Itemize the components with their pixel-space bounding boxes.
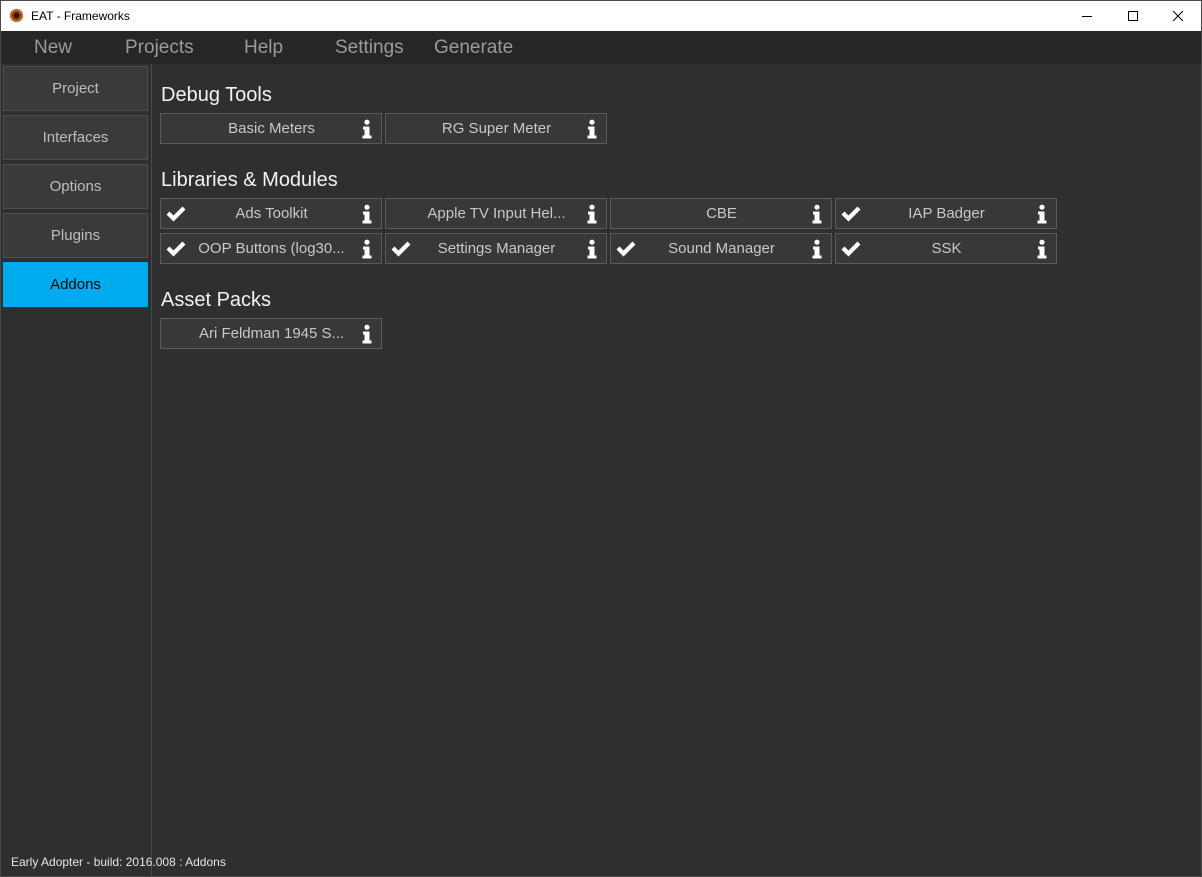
window-title: EAT - Frameworks: [31, 9, 130, 23]
sidebar-item-plugins[interactable]: Plugins: [3, 213, 148, 258]
info-icon[interactable]: [585, 239, 599, 259]
sidebar-item-addons[interactable]: Addons: [3, 262, 148, 307]
addon-toggle-basic-meters[interactable]: Basic Meters: [160, 113, 382, 144]
sidebar-item-project[interactable]: Project: [3, 66, 148, 111]
addon-label: Sound Manager: [668, 240, 775, 257]
menu-generate[interactable]: Generate: [434, 36, 513, 60]
check-icon: [166, 241, 186, 257]
addon-label: RG Super Meter: [441, 120, 552, 137]
check-icon: [841, 241, 861, 257]
maximize-icon: [1128, 11, 1138, 21]
info-icon[interactable]: [360, 119, 374, 139]
info-icon[interactable]: [1035, 239, 1049, 259]
status-text: Early Adopter - build: 2016.008 : Addons: [11, 855, 226, 869]
info-icon[interactable]: [360, 239, 374, 259]
check-icon: [841, 206, 861, 222]
menu-new[interactable]: New: [34, 36, 72, 60]
addon-label: Ari Feldman 1945 S...: [198, 325, 345, 342]
minimize-button[interactable]: [1064, 1, 1110, 31]
info-icon[interactable]: [810, 204, 824, 224]
info-icon[interactable]: [360, 204, 374, 224]
section-title-asset-packs: Asset Packs: [161, 289, 272, 311]
addon-toggle-ads-toolkit[interactable]: Ads Toolkit: [160, 198, 382, 229]
sidebar: Project Interfaces Options Plugins Addon…: [1, 64, 226, 876]
menu-projects[interactable]: Projects: [125, 36, 194, 60]
addon-toggle-sound-manager[interactable]: Sound Manager: [610, 233, 832, 264]
sidebar-item-interfaces[interactable]: Interfaces: [3, 115, 148, 160]
addon-label: Apple TV Input Hel...: [427, 205, 566, 222]
close-button[interactable]: [1155, 1, 1201, 31]
sidebar-item-options[interactable]: Options: [3, 164, 148, 209]
info-icon[interactable]: [360, 324, 374, 344]
addon-label: Ads Toolkit: [235, 205, 308, 222]
addon-toggle-oop-buttons[interactable]: OOP Buttons (log30...: [160, 233, 382, 264]
addon-label: CBE: [706, 205, 737, 222]
addon-toggle-ari-feldman-1945[interactable]: Ari Feldman 1945 S...: [160, 318, 382, 349]
addon-toggle-iap-badger[interactable]: IAP Badger: [835, 198, 1057, 229]
section-title-libraries: Libraries & Modules: [161, 169, 338, 191]
addon-label: Basic Meters: [228, 120, 315, 137]
menu-help[interactable]: Help: [244, 36, 283, 60]
addon-toggle-cbe[interactable]: CBE: [610, 198, 832, 229]
app-window: EAT - Frameworks New Projects Help Setti…: [0, 0, 1202, 877]
addon-label: IAP Badger: [908, 205, 985, 222]
addon-toggle-ssk[interactable]: SSK: [835, 233, 1057, 264]
menu-bar: New Projects Help Settings Generate: [1, 31, 1201, 64]
section-title-debug-tools: Debug Tools: [161, 84, 272, 106]
info-icon[interactable]: [585, 119, 599, 139]
close-icon: [1172, 10, 1184, 22]
addon-label: SSK: [931, 240, 962, 257]
info-icon[interactable]: [810, 239, 824, 259]
addon-toggle-apple-tv-input-helper[interactable]: Apple TV Input Hel...: [385, 198, 607, 229]
check-icon: [166, 206, 186, 222]
title-bar: EAT - Frameworks: [1, 1, 1201, 31]
minimize-icon: [1082, 16, 1092, 17]
menu-settings[interactable]: Settings: [335, 36, 404, 60]
addon-label: Settings Manager: [437, 240, 556, 257]
check-icon: [616, 241, 636, 257]
info-icon[interactable]: [585, 204, 599, 224]
info-icon[interactable]: [1035, 204, 1049, 224]
check-icon: [391, 241, 411, 257]
addon-toggle-settings-manager[interactable]: Settings Manager: [385, 233, 607, 264]
app-icon: [10, 9, 23, 22]
addon-toggle-rg-super-meter[interactable]: RG Super Meter: [385, 113, 607, 144]
maximize-button[interactable]: [1110, 1, 1156, 31]
addon-label: OOP Buttons (log30...: [198, 240, 345, 257]
